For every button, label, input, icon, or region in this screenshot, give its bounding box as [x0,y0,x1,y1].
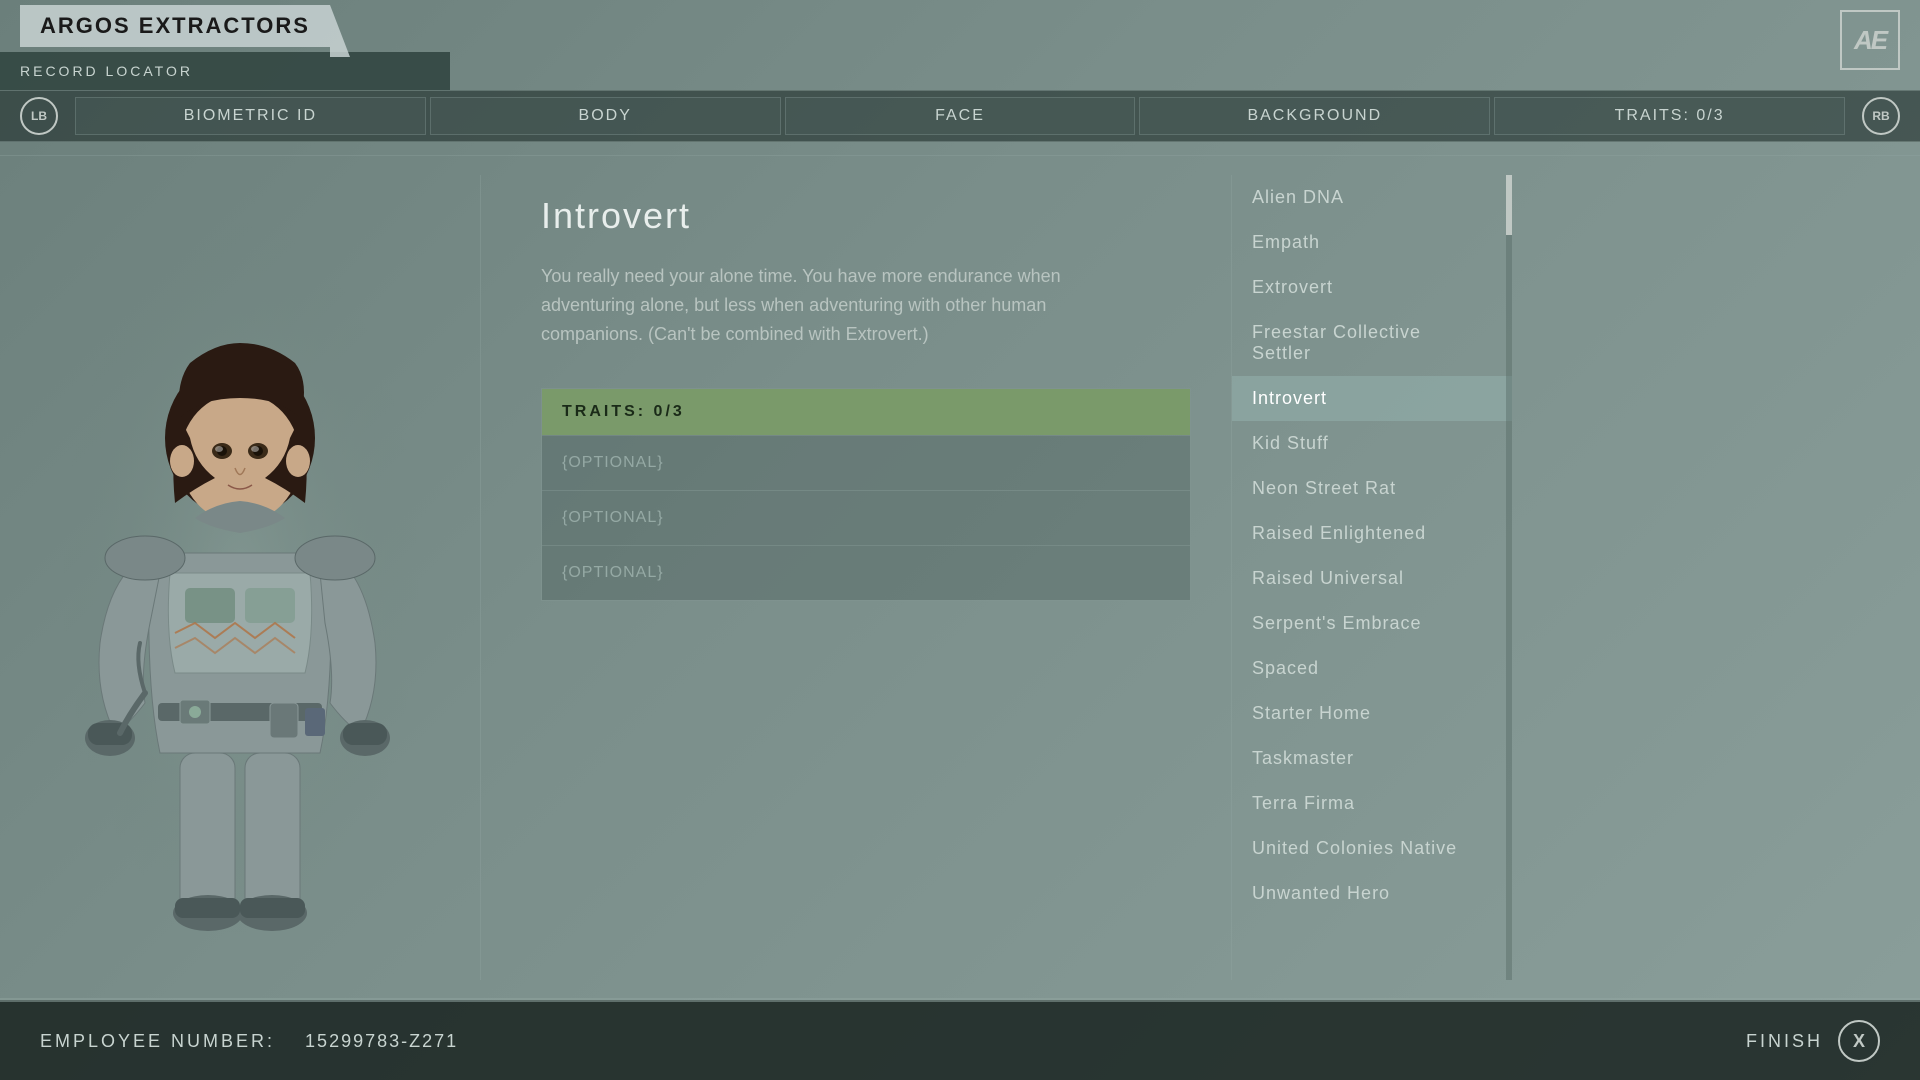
company-name-block: ARGOS EXTRACTORS [20,5,330,47]
trait-item-unwanted-hero[interactable]: Unwanted Hero [1232,871,1512,916]
trait-item-united-colonies[interactable]: United Colonies Native [1232,826,1512,871]
tab-background[interactable]: BACKGROUND [1139,97,1490,135]
finish-label: FINISH [1746,1031,1823,1052]
trait-item-empath[interactable]: Empath [1232,220,1512,265]
x-button-icon[interactable]: X [1838,1020,1880,1062]
tab-body[interactable]: BODY [430,97,781,135]
trait-item-kid-stuff[interactable]: Kid Stuff [1232,421,1512,466]
finish-button[interactable]: FINISH X [1746,1020,1880,1062]
rb-button[interactable]: RB [1862,97,1900,135]
employee-label: EMPLOYEE NUMBER: [40,1031,275,1052]
trait-item-freestar[interactable]: Freestar Collective Settler [1232,310,1512,376]
tab-face[interactable]: FACE [785,97,1136,135]
trait-slot-3[interactable]: {OPTIONAL} [542,545,1190,600]
character-image [50,203,430,953]
company-name: ARGOS EXTRACTORS [40,13,310,38]
trait-title: Introvert [541,195,1191,237]
tab-traits[interactable]: TRAITS: 0/3 [1494,97,1845,135]
x-label: X [1853,1031,1865,1052]
trait-item-alien-dna[interactable]: Alien DNA [1232,175,1512,220]
trait-item-starter-home[interactable]: Starter Home [1232,691,1512,736]
trait-slot-2[interactable]: {OPTIONAL} [542,490,1190,545]
trait-item-spaced[interactable]: Spaced [1232,646,1512,691]
trait-item-raised-enlightened[interactable]: Raised Enlightened [1232,511,1512,556]
traits-box: TRAITS: 0/3 {OPTIONAL} {OPTIONAL} {OPTIO… [541,388,1191,601]
record-label: RECORD LOCATOR [20,63,193,79]
character-panel [0,155,480,1000]
traits-list-panel: Alien DNA Empath Extrovert Freestar Coll… [1232,155,1512,1000]
scroll-thumb [1506,175,1512,235]
trait-item-taskmaster[interactable]: Taskmaster [1232,736,1512,781]
trait-item-extrovert[interactable]: Extrovert [1232,265,1512,310]
nav-tabs: LB BIOMETRIC ID BODY FACE BACKGROUND TRA… [0,90,1920,142]
traits-box-header: TRAITS: 0/3 [542,389,1190,435]
scroll-track[interactable] [1506,175,1512,980]
bottom-bar: EMPLOYEE NUMBER: 15299783-Z271 FINISH X [0,1000,1920,1080]
top-divider [0,155,1920,156]
trait-slot-1[interactable]: {OPTIONAL} [542,435,1190,490]
tab-biometric[interactable]: BIOMETRIC ID [75,97,426,135]
trait-item-neon-street-rat[interactable]: Neon Street Rat [1232,466,1512,511]
company-bar: ARGOS EXTRACTORS [0,0,1920,52]
info-panel: Introvert You really need your alone tim… [481,155,1231,1000]
trait-item-raised-universal[interactable]: Raised Universal [1232,556,1512,601]
lb-button[interactable]: LB [20,97,58,135]
main-content: Introvert You really need your alone tim… [0,155,1920,1000]
trait-item-terra-firma[interactable]: Terra Firma [1232,781,1512,826]
header: ARGOS EXTRACTORS RECORD LOCATOR [0,0,1920,95]
record-bar: RECORD LOCATOR [0,52,450,90]
trait-description: You really need your alone time. You hav… [541,262,1141,348]
employee-number: 15299783-Z271 [305,1031,458,1052]
trait-item-introvert[interactable]: Introvert [1232,376,1512,421]
trait-item-serpents-embrace[interactable]: Serpent's Embrace [1232,601,1512,646]
